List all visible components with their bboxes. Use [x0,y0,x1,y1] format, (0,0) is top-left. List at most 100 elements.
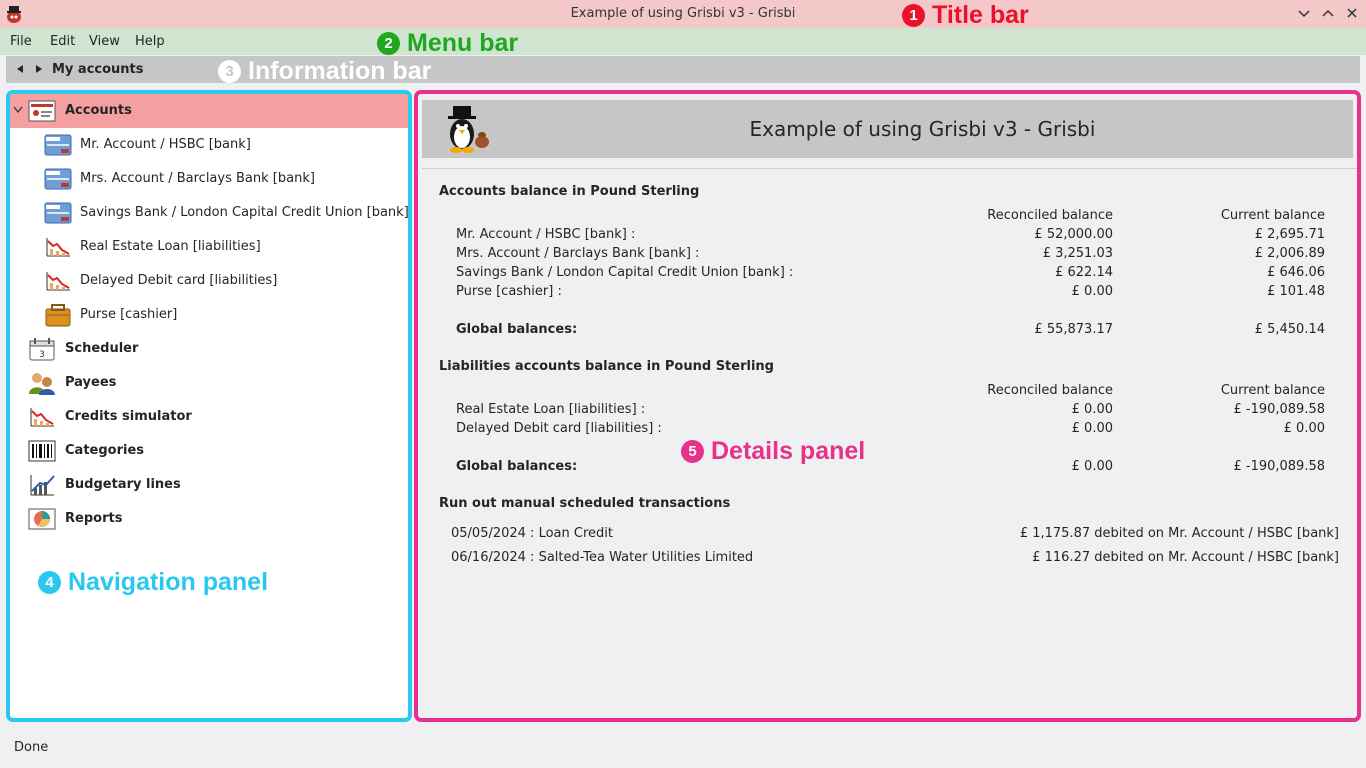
menu-bar: File Edit View Help [0,28,1366,55]
account-row-label: Savings Bank / London Capital Credit Uni… [456,265,794,280]
calendar-icon: 3 [29,338,55,361]
liability-chart-icon [45,271,71,291]
nav-item-label: Savings Bank / London Capital Credit Uni… [80,205,409,220]
account-current-balance: £ 101.48 [1267,284,1325,299]
nav-item-budgetary-lines[interactable]: Budgetary lines [10,468,408,502]
scheduled-transaction-label[interactable]: 06/16/2024 : Salted-Tea Water Utilities … [451,550,753,565]
nav-item-scheduler[interactable]: 3 Scheduler [10,332,408,366]
account-reconciled-balance: £ 52,000.00 [1034,227,1113,242]
account-current-balance: £ 646.06 [1267,265,1325,280]
nav-item-label: Real Estate Loan [liabilities] [80,239,261,254]
account-current-balance: £ 2,006.89 [1254,246,1325,261]
menu-file[interactable]: File [10,34,32,49]
nav-item-categories[interactable]: Categories [10,434,408,468]
nav-item-accounts[interactable]: Accounts [10,94,408,128]
chevron-down-icon[interactable] [13,106,23,114]
account-reconciled-balance: £ 0.00 [1071,284,1113,299]
nav-item-label: Reports [65,511,123,526]
accounts-section-title: Accounts balance in Pound Sterling [439,184,700,199]
credits-chart-icon [29,407,55,427]
liability-reconciled-balance: £ 0.00 [1071,402,1113,417]
scheduled-transaction-label[interactable]: 05/05/2024 : Loan Credit [451,526,613,541]
back-arrow-icon[interactable] [14,62,26,76]
liabilities-section-title: Liabilities accounts balance in Pound St… [439,359,774,374]
nav-item-purse-cashier[interactable]: Purse [cashier] [10,298,408,332]
account-reconciled-balance: £ 622.14 [1055,265,1113,280]
accounts-icon [28,100,56,122]
nav-item-label: Budgetary lines [65,477,181,492]
nav-item-label: Delayed Debit card [liabilities] [80,273,278,288]
annotation-menu-bar: 2 Menu bar [377,29,518,58]
scheduled-transaction-amount: £ 1,175.87 debited on Mr. Account / HSBC… [1019,526,1339,541]
liability-row-label: Real Estate Loan [liabilities] : [456,402,646,417]
minimize-icon[interactable] [1296,5,1312,23]
title-bar: Example of using Grisbi v3 - Grisbi [0,0,1366,28]
account-row-label: Mr. Account / HSBC [bank] : [456,227,636,242]
liability-row-label: Delayed Debit card [liabilities] : [456,421,662,436]
annotation-details-panel: 5 Details panel [681,437,865,466]
annotation-title-bar: 1 Title bar [902,1,1029,30]
nav-item-credits-simulator[interactable]: Credits simulator [10,400,408,434]
col-reconciled-header: Reconciled balance [987,383,1113,398]
details-panel: Example of using Grisbi v3 - Grisbi Acco… [414,90,1361,722]
nav-item-label: Accounts [65,103,132,118]
bank-card-icon [44,134,72,156]
nav-item-reports[interactable]: Reports [10,502,408,536]
budget-chart-icon [30,475,55,496]
barcode-icon [28,440,56,462]
purse-icon [45,304,71,327]
liability-reconciled-balance: £ 0.00 [1071,421,1113,436]
close-icon[interactable] [1344,5,1360,23]
nav-item-label: Categories [65,443,145,458]
account-row-label: Purse [cashier] : [456,284,562,299]
scheduled-transaction-amount: £ 116.27 debited on Mr. Account / HSBC [… [1032,550,1339,565]
menu-edit[interactable]: Edit [50,34,75,49]
global-balances-label: Global balances: [456,459,578,474]
navigation-panel: Accounts Mr. Account / HSBC [bank] Mrs. Ac… [6,90,412,722]
info-bar-title: My accounts [52,62,144,77]
nav-item-label: Purse [cashier] [80,307,178,322]
nav-item-real-estate-loan-liabilities[interactable]: Real Estate Loan [liabilities] [10,230,408,264]
col-reconciled-header: Reconciled balance [987,208,1113,223]
col-current-header: Current balance [1220,383,1325,398]
forward-arrow-icon[interactable] [33,62,45,76]
global-current-balance: £ -190,089.58 [1233,459,1325,474]
menu-help[interactable]: Help [135,34,165,49]
window-title: Example of using Grisbi v3 - Grisbi [570,6,796,21]
annotation-navigation-panel: 4 Navigation panel [38,568,268,597]
account-reconciled-balance: £ 3,251.03 [1042,246,1113,261]
svg-text:3: 3 [39,350,45,360]
account-current-balance: £ 2,695.71 [1254,227,1325,242]
status-bar-text: Done [14,740,49,755]
nav-item-label: Credits simulator [65,409,192,424]
header-separator [422,168,1357,169]
global-reconciled-balance: £ 0.00 [1071,459,1113,474]
annotation-information-bar: 3 Information bar [218,57,431,86]
information-bar: My accounts [6,56,1360,83]
nav-item-mr-account-hsbc-bank[interactable]: Mr. Account / HSBC [bank] [10,128,408,162]
details-header: Example of using Grisbi v3 - Grisbi [422,100,1353,158]
global-balances-label: Global balances: [456,322,578,337]
payees-icon [29,373,55,395]
menu-view[interactable]: View [89,34,120,49]
penguin-logo-icon [448,106,489,153]
col-current-header: Current balance [1220,208,1325,223]
nav-item-delayed-debit-card-liabilities[interactable]: Delayed Debit card [liabilities] [10,264,408,298]
scheduled-section-title: Run out manual scheduled transactions [439,496,731,511]
details-title: Example of using Grisbi v3 - Grisbi [749,117,1096,141]
bank-card-icon [44,202,72,224]
global-current-balance: £ 5,450.14 [1254,322,1325,337]
reports-icon [28,508,56,530]
nav-item-savings-bank-london-capital-credit-union-bank[interactable]: Savings Bank / London Capital Credit Uni… [10,196,408,230]
nav-item-label: Scheduler [65,341,139,356]
nav-item-payees[interactable]: Payees [10,366,408,400]
bank-card-icon [44,168,72,190]
nav-item-label: Payees [65,375,117,390]
liability-current-balance: £ 0.00 [1283,421,1325,436]
account-row-label: Mrs. Account / Barclays Bank [bank] : [456,246,700,261]
maximize-icon[interactable] [1320,5,1336,23]
global-reconciled-balance: £ 55,873.17 [1034,322,1113,337]
liability-chart-icon [45,237,71,257]
nav-item-label: Mr. Account / HSBC [bank] [80,137,251,152]
nav-item-mrs-account-barclays-bank-bank[interactable]: Mrs. Account / Barclays Bank [bank] [10,162,408,196]
